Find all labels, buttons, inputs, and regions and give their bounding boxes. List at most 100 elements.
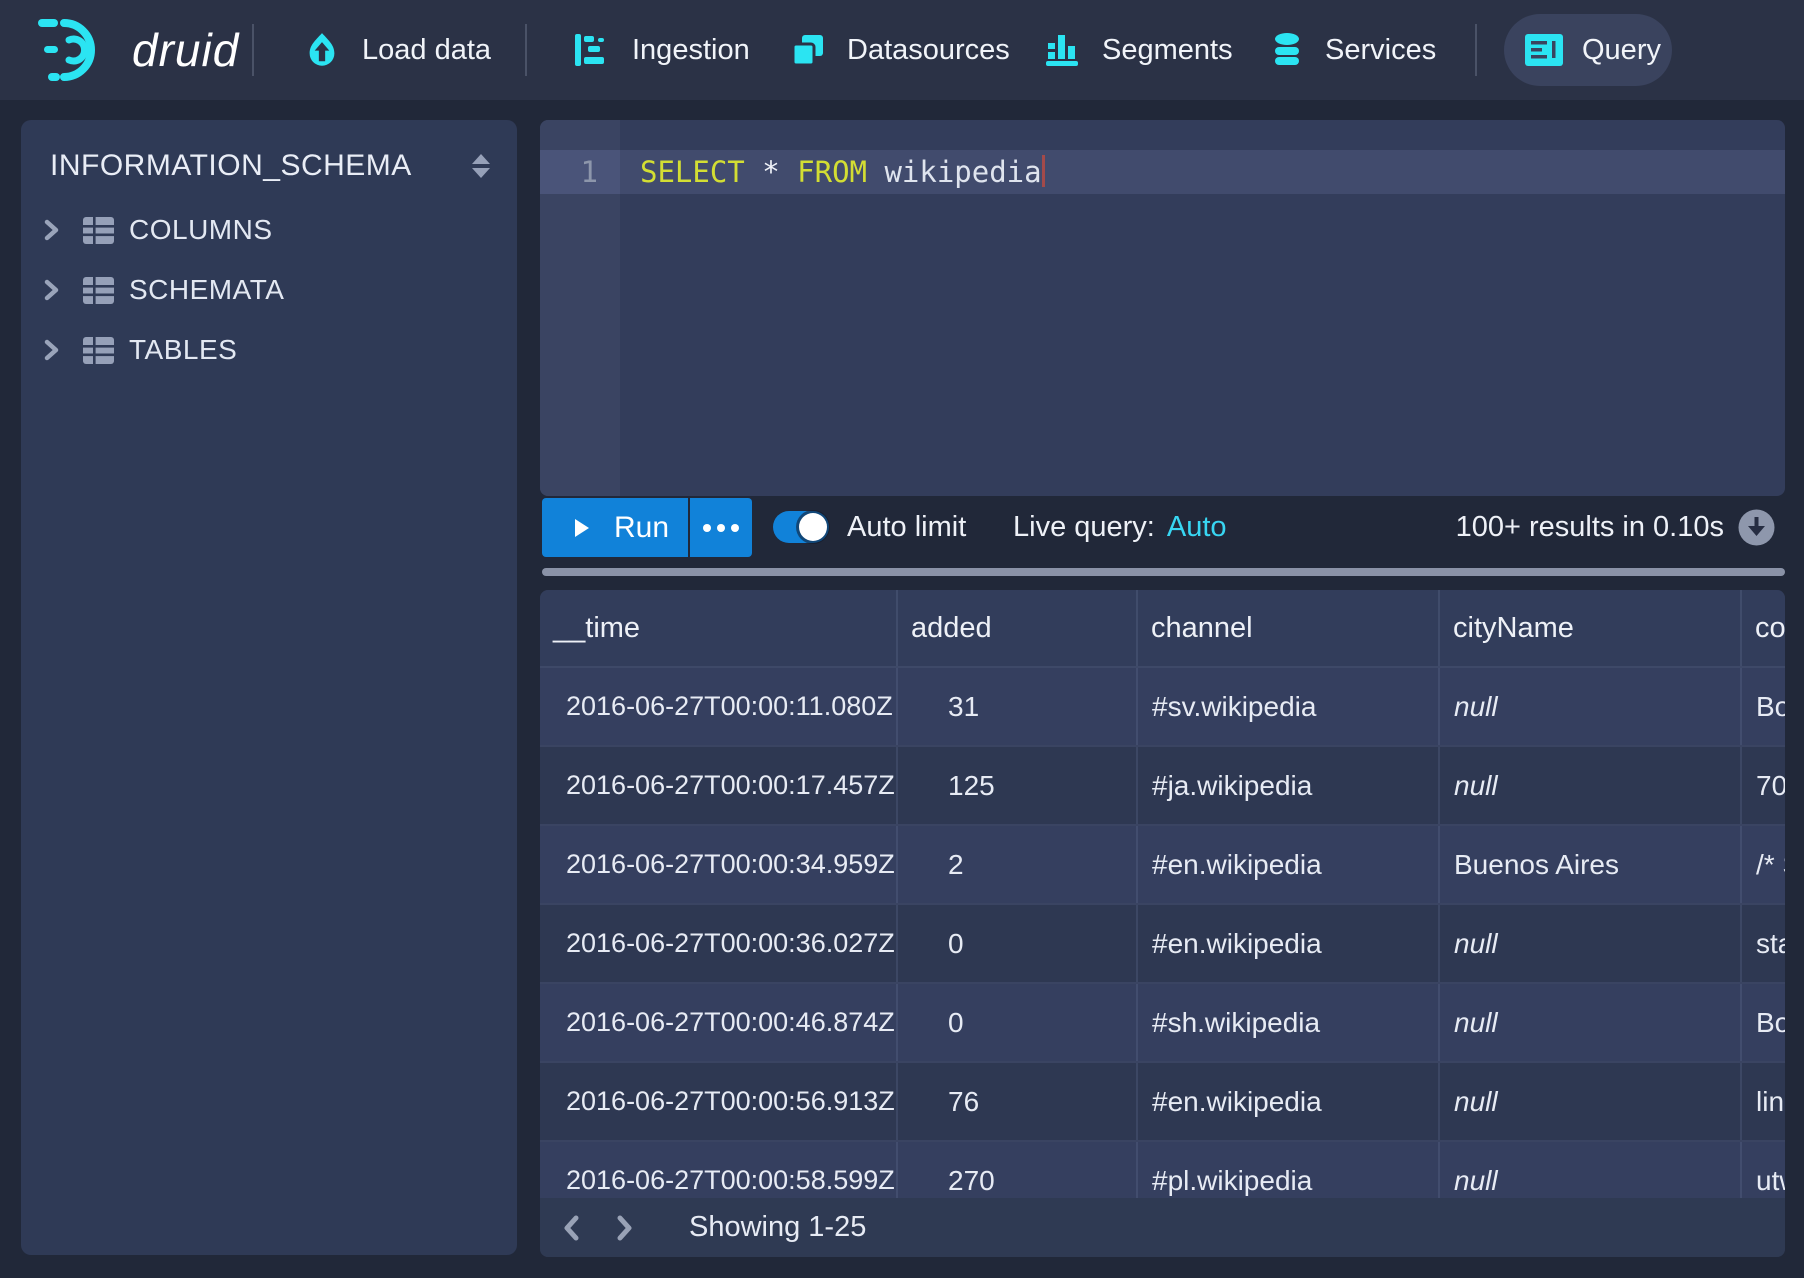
cell-time[interactable]: 2016-06-27T00:00:46.874Z <box>540 984 898 1061</box>
sidebar-item-tables[interactable]: TABLES <box>21 320 517 380</box>
gantt-chart-icon <box>574 33 610 67</box>
chevron-right-icon <box>43 338 60 362</box>
sql-table-name: wikipedia <box>867 155 1042 189</box>
live-query-value: Auto <box>1167 511 1227 544</box>
column-header-time[interactable]: __time <box>540 590 898 666</box>
cell-cityname[interactable]: null <box>1440 984 1742 1061</box>
column-header-cityname[interactable]: cityName <box>1440 590 1742 666</box>
cell-time[interactable]: 2016-06-27T00:00:34.959Z <box>540 826 898 903</box>
double-caret-icon[interactable] <box>472 154 490 178</box>
run-label: Run <box>614 511 669 545</box>
run-button[interactable]: Run <box>542 498 688 557</box>
previous-page-button[interactable] <box>563 1215 580 1241</box>
druid-logo-icon <box>36 16 116 84</box>
upload-icon <box>304 32 340 68</box>
cell-comment[interactable]: sta <box>1742 905 1785 982</box>
cell-time[interactable]: 2016-06-27T00:00:56.913Z <box>540 1063 898 1140</box>
database-icon <box>1271 32 1303 68</box>
nav-label: Load data <box>362 34 491 67</box>
sql-keyword: SELECT <box>640 155 745 189</box>
play-icon <box>575 519 589 537</box>
column-header-added[interactable]: added <box>898 590 1138 666</box>
cell-time[interactable]: 2016-06-27T00:00:11.080Z <box>540 668 898 745</box>
sql-editor[interactable]: 1 SELECT * FROM wikipedia <box>540 120 1785 496</box>
nav-item-query[interactable]: Query <box>1504 14 1672 86</box>
bar-chart-icon <box>1044 33 1080 67</box>
nav-divider <box>525 24 527 76</box>
sidebar-item-label: TABLES <box>129 334 237 366</box>
column-header-comment[interactable]: comment <box>1742 590 1785 666</box>
cell-comment[interactable]: 70: <box>1742 747 1785 824</box>
nav-label: Query <box>1582 34 1661 67</box>
run-more-options-button[interactable] <box>690 498 752 557</box>
druid-console: { "nav": { "brand": "druid", "items": [ … <box>0 0 1804 1278</box>
cell-comment[interactable]: Bot <box>1742 668 1785 745</box>
table-row: 2016-06-27T00:00:34.959Z 2 #en.wikipedia… <box>540 826 1785 905</box>
cell-time[interactable]: 2016-06-27T00:00:36.027Z <box>540 905 898 982</box>
horizontal-scrollbar[interactable] <box>542 568 1785 576</box>
sql-star: * <box>745 155 797 189</box>
sidebar-item-schemata[interactable]: SCHEMATA <box>21 260 517 320</box>
cell-cityname[interactable]: null <box>1440 668 1742 745</box>
nav-label: Datasources <box>847 34 1010 67</box>
cell-cityname[interactable]: Buenos Aires <box>1440 826 1742 903</box>
schema-title: INFORMATION_SCHEMA <box>50 149 472 183</box>
auto-limit-toggle[interactable] <box>773 511 829 543</box>
brand-wordmark: druid <box>126 23 239 77</box>
live-query-label: Live query: <box>1013 511 1155 544</box>
cell-channel[interactable]: #en.wikipedia <box>1138 905 1440 982</box>
sidebar-item-columns[interactable]: COLUMNS <box>21 200 517 260</box>
column-header-channel[interactable]: channel <box>1138 590 1440 666</box>
live-query-control[interactable]: Live query: Auto <box>1013 498 1227 557</box>
results-table: __time added channel cityName comment 20… <box>540 590 1785 1257</box>
table-row: 2016-06-27T00:00:11.080Z 31 #sv.wikipedi… <box>540 668 1785 747</box>
cell-channel[interactable]: #en.wikipedia <box>1138 1063 1440 1140</box>
nav-item-ingestion[interactable]: Ingestion <box>574 0 750 100</box>
sidebar-item-label: SCHEMATA <box>129 274 284 306</box>
table-row: 2016-06-27T00:00:36.027Z 0 #en.wikipedia… <box>540 905 1785 984</box>
download-results-button[interactable] <box>1738 509 1775 546</box>
cell-channel[interactable]: #sv.wikipedia <box>1138 668 1440 745</box>
toggle-knob <box>799 513 827 541</box>
cell-added[interactable]: 2 <box>898 826 1138 903</box>
results-summary: 100+ results in 0.10s <box>1456 498 1724 557</box>
cell-added[interactable]: 0 <box>898 905 1138 982</box>
top-nav: druid Load data Ingestion <box>0 0 1804 100</box>
cell-cityname[interactable]: null <box>1440 905 1742 982</box>
line-number: 1 <box>540 150 598 194</box>
chevron-left-icon <box>563 1215 580 1241</box>
console-icon <box>1524 33 1564 67</box>
cell-added[interactable]: 76 <box>898 1063 1138 1140</box>
cell-channel[interactable]: #en.wikipedia <box>1138 826 1440 903</box>
cell-comment[interactable]: /* S <box>1742 826 1785 903</box>
nav-item-services[interactable]: Services <box>1271 0 1436 100</box>
auto-limit-label: Auto limit <box>847 498 966 557</box>
table-row: 2016-06-27T00:00:56.913Z 76 #en.wikipedi… <box>540 1063 1785 1142</box>
cell-channel[interactable]: #sh.wikipedia <box>1138 984 1440 1061</box>
table-icon <box>83 277 114 304</box>
sql-text[interactable]: SELECT * FROM wikipedia <box>640 150 1045 194</box>
stacked-copies-icon <box>791 33 825 67</box>
nav-item-segments[interactable]: Segments <box>1044 0 1233 100</box>
cell-comment[interactable]: link <box>1742 1063 1785 1140</box>
cell-added[interactable]: 0 <box>898 984 1138 1061</box>
druid-logo[interactable]: druid <box>36 0 239 100</box>
table-header-row: __time added channel cityName comment <box>540 590 1785 668</box>
next-page-button[interactable] <box>616 1215 633 1241</box>
cell-comment[interactable]: Bot <box>1742 984 1785 1061</box>
schema-sidebar: INFORMATION_SCHEMA COLUMNS <box>21 120 517 1255</box>
schema-selector[interactable]: INFORMATION_SCHEMA <box>21 140 517 192</box>
nav-item-datasources[interactable]: Datasources <box>791 0 1010 100</box>
cell-cityname[interactable]: null <box>1440 747 1742 824</box>
sidebar-item-label: COLUMNS <box>129 214 273 246</box>
sql-keyword: FROM <box>797 155 867 189</box>
cell-cityname[interactable]: null <box>1440 1063 1742 1140</box>
cell-channel[interactable]: #ja.wikipedia <box>1138 747 1440 824</box>
cell-time[interactable]: 2016-06-27T00:00:17.457Z <box>540 747 898 824</box>
pagination-bar: Showing 1-25 <box>540 1198 1785 1257</box>
cell-added[interactable]: 125 <box>898 747 1138 824</box>
nav-label: Services <box>1325 34 1436 67</box>
chevron-right-icon <box>43 278 60 302</box>
cell-added[interactable]: 31 <box>898 668 1138 745</box>
nav-item-load-data[interactable]: Load data <box>304 0 491 100</box>
